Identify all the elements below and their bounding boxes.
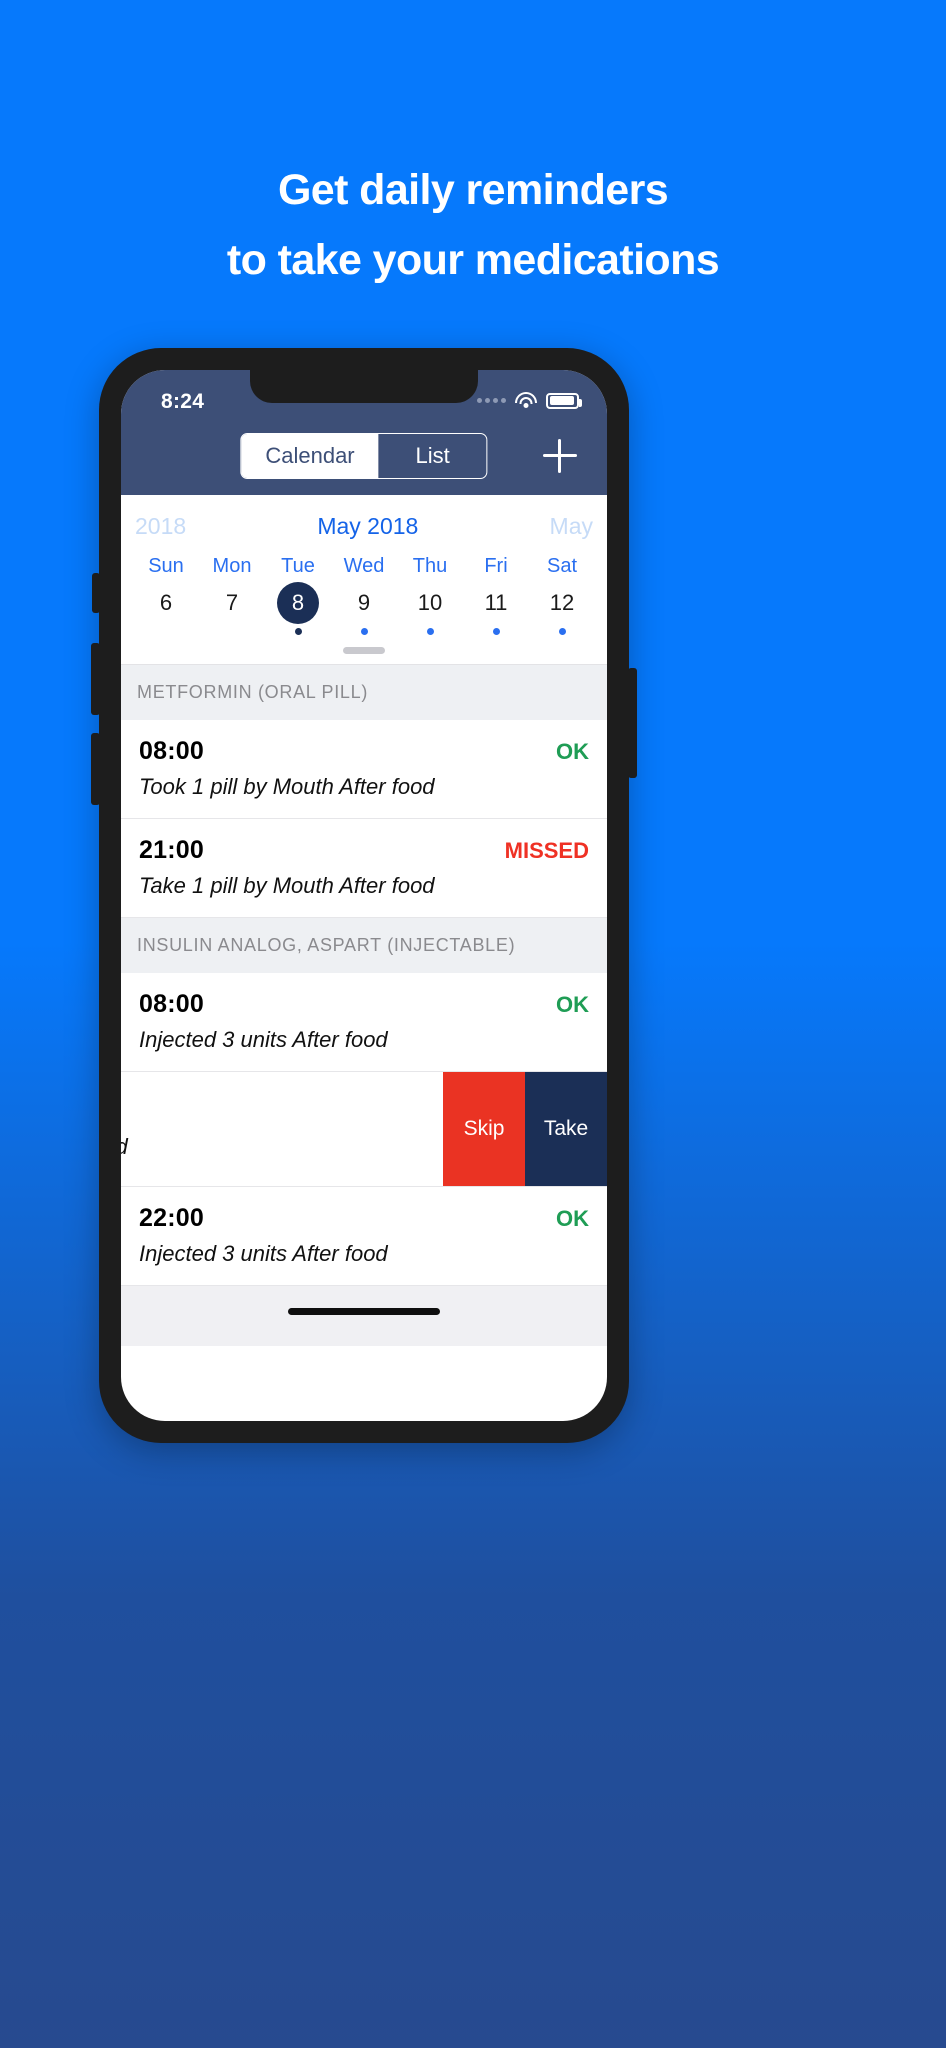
phone-mockup: 8:24 Calendar List 2018 May 2018 May Sun… (91, 348, 637, 1443)
day-name-mon: Mon (212, 555, 252, 577)
item-description: Took 1 pill by Mouth After food (139, 774, 435, 799)
calendar-date-7[interactable]: 7 (199, 582, 265, 635)
page-title: Get daily reminders to take your medicat… (0, 155, 946, 295)
calendar-dates: 6 7 8 9 10 11 12 (121, 582, 607, 635)
volume-up-button[interactable] (91, 643, 100, 715)
status-badge: MISSED (504, 838, 589, 863)
view-segmented-control[interactable]: Calendar List (240, 433, 488, 479)
headline-line-2: to take your medications (226, 236, 720, 284)
day-name-thu: Thu (412, 555, 448, 577)
tab-calendar[interactable]: Calendar (241, 434, 379, 478)
list-item-swiped[interactable]: ood Skip Take (121, 1072, 607, 1187)
calendar-date-11[interactable]: 11 (463, 582, 529, 635)
list-item[interactable]: 08:00 OK Took 1 pill by Mouth After food (121, 720, 607, 819)
item-time: 22:00 (139, 1204, 204, 1232)
home-indicator[interactable] (288, 1308, 440, 1315)
take-button[interactable]: Take (525, 1072, 607, 1186)
home-indicator-area (121, 1286, 607, 1346)
list-item[interactable]: 22:00 OK Injected 3 units After food (121, 1187, 607, 1286)
date-dot (229, 628, 236, 635)
status-badge: OK (556, 1206, 589, 1231)
calendar-date-6[interactable]: 6 (133, 582, 199, 635)
status-time: 8:24 (161, 390, 205, 413)
mute-switch[interactable] (92, 573, 100, 613)
calendar-date-12[interactable]: 12 (529, 582, 595, 635)
headline-line-1: Get daily reminders (277, 166, 669, 214)
date-dot (558, 628, 566, 635)
volume-down-button[interactable] (91, 733, 100, 805)
calendar-strip: 2018 May 2018 May Sun Mon Tue Wed Thu Fr… (121, 495, 607, 665)
grabber-icon (343, 647, 385, 654)
status-icons (477, 392, 582, 409)
signal-dots-icon (477, 398, 506, 403)
month-next-label: May (549, 512, 593, 539)
phone-screen: 8:24 Calendar List 2018 May 2018 May Sun… (121, 370, 607, 1421)
date-dot (426, 628, 434, 635)
wifi-icon (515, 392, 537, 409)
calendar-month-header: 2018 May 2018 May (121, 505, 607, 547)
day-name-sun: Sun (148, 555, 184, 577)
list-item[interactable]: 08:00 OK Injected 3 units After food (121, 973, 607, 1072)
day-name-fri: Fri (484, 555, 508, 577)
calendar-date-10[interactable]: 10 (397, 582, 463, 635)
calendar-day-names: Sun Mon Tue Wed Thu Fri Sat (121, 547, 607, 580)
date-dot (163, 628, 170, 635)
calendar-expand-handle[interactable] (121, 635, 607, 665)
date-dot (492, 628, 500, 635)
plus-icon[interactable] (543, 439, 577, 473)
tab-list[interactable]: List (379, 434, 487, 478)
section-header-metformin: METFORMIN (ORAL PILL) (121, 665, 607, 720)
day-name-sat: Sat (546, 555, 578, 577)
day-name-tue: Tue (281, 555, 315, 577)
swipe-actions: Skip Take (443, 1072, 607, 1186)
status-badge: OK (556, 992, 589, 1017)
item-description: Injected 3 units After food (139, 1241, 388, 1266)
month-prev-label: 2018 (135, 512, 187, 539)
item-description: Take 1 pill by Mouth After food (139, 873, 435, 898)
item-time: 08:00 (139, 737, 204, 765)
status-badge: OK (556, 739, 589, 764)
item-time: 08:00 (139, 990, 204, 1018)
skip-button[interactable]: Skip (443, 1072, 525, 1186)
date-dot (360, 628, 368, 635)
item-description-partial: ood (121, 1134, 128, 1160)
app-navbar: 8:24 Calendar List (121, 370, 607, 495)
calendar-date-8[interactable]: 8 (265, 582, 331, 635)
item-description: Injected 3 units After food (139, 1027, 388, 1052)
notch (250, 370, 478, 403)
calendar-date-9[interactable]: 9 (331, 582, 397, 635)
list-item[interactable]: 21:00 MISSED Take 1 pill by Mouth After … (121, 819, 607, 918)
date-dot (294, 628, 302, 635)
section-header-insulin: INSULIN ANALOG, ASPART (INJECTABLE) (121, 918, 607, 973)
day-name-wed: Wed (343, 555, 385, 577)
item-time: 21:00 (139, 836, 204, 864)
swiped-item-content: ood (121, 1072, 452, 1186)
battery-icon (546, 392, 582, 409)
power-button[interactable] (628, 668, 637, 778)
month-current-label: May 2018 (317, 512, 419, 539)
